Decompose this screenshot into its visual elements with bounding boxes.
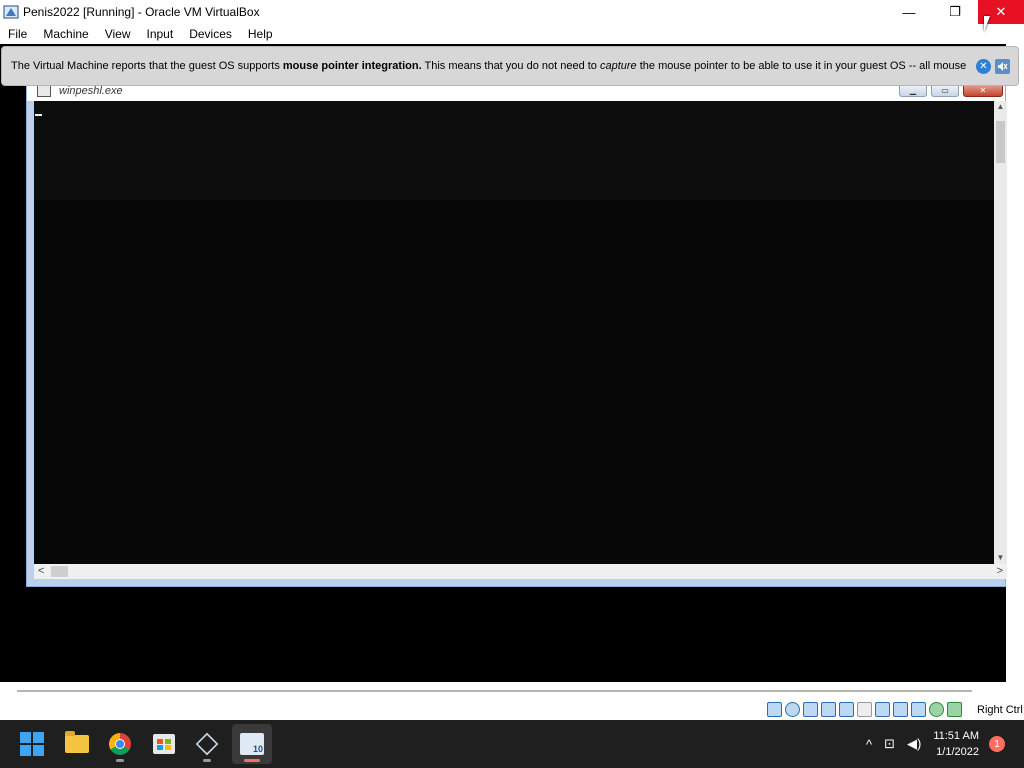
menu-machine[interactable]: Machine: [35, 27, 96, 41]
notice-close-icon[interactable]: ✕: [976, 58, 991, 74]
start-button[interactable]: [12, 724, 52, 764]
speaker-mute-icon: [998, 61, 1008, 71]
display-icon[interactable]: [875, 702, 890, 717]
console-output[interactable]: [34, 101, 994, 564]
taskbar-file-explorer[interactable]: [57, 724, 97, 764]
notice-text: The Virtual Machine reports that the gue…: [11, 60, 976, 72]
menu-input[interactable]: Input: [139, 27, 182, 41]
window-title: Penis2022 [Running] - Oracle VM VirtualB…: [23, 5, 260, 19]
vm-window-icon: 10: [240, 733, 264, 755]
clock-date: 1/1/2022: [936, 746, 979, 758]
restore-button[interactable]: ❐: [932, 0, 978, 24]
recording-icon[interactable]: [893, 702, 908, 717]
notification-badge[interactable]: 1: [989, 736, 1005, 752]
guest-window-title: winpeshl.exe: [59, 85, 123, 97]
shared-folders-icon[interactable]: [857, 702, 872, 717]
network-status-icon[interactable]: ⊡: [884, 736, 895, 752]
title-bar: Penis2022 [Running] - Oracle VM VirtualB…: [0, 0, 1024, 24]
vertical-scroll-thumb[interactable]: [996, 121, 1005, 163]
window-controls: — ❐ ✕: [886, 0, 1024, 24]
guest-additions-icon[interactable]: [929, 702, 944, 717]
taskbar-virtualbox-vm[interactable]: 10: [232, 724, 272, 764]
active-indicator: [244, 759, 260, 762]
vm-display-gutter: [1006, 44, 1024, 682]
scroll-up-arrow-icon[interactable]: ▲: [994, 101, 1007, 113]
notice-text-part: the mouse pointer to be able to use it i…: [636, 60, 967, 72]
virtualbox-app-icon[interactable]: [3, 4, 19, 20]
store-icon: [153, 734, 175, 754]
notice-text-part: The Virtual Machine reports that the gue…: [11, 60, 283, 72]
notice-text-part: This means that you do not need to: [421, 60, 600, 72]
scroll-right-arrow-icon[interactable]: >: [997, 565, 1003, 577]
status-indicators: [767, 702, 965, 717]
taskbar-chrome[interactable]: [100, 724, 140, 764]
vm-status-bar: Right Ctrl: [0, 682, 1024, 720]
clock[interactable]: 11:51 AM 1/1/2022: [933, 728, 979, 760]
menu-devices[interactable]: Devices: [181, 27, 240, 41]
volume-icon[interactable]: ◀): [907, 736, 921, 752]
horizontal-scrollbar[interactable]: < >: [34, 564, 1007, 579]
vertical-scrollbar[interactable]: ▲ ▼: [994, 101, 1007, 564]
audio-icon[interactable]: [803, 702, 818, 717]
console-visible-region: [34, 101, 994, 200]
minimize-button[interactable]: —: [886, 0, 932, 24]
host-key-label: Right Ctrl: [977, 704, 1023, 716]
running-indicator: [203, 759, 211, 762]
hard-disk-icon[interactable]: [767, 702, 782, 717]
text-cursor: [35, 114, 42, 116]
folder-icon: [65, 731, 89, 753]
network-icon[interactable]: [821, 702, 836, 717]
console-icon: [37, 85, 51, 97]
taskbar-virtualbox-manager[interactable]: [187, 724, 227, 764]
notice-italic-text: capture: [599, 60, 637, 72]
system-tray: ^ ⊡ ◀) 11:51 AM 1/1/2022 1: [866, 720, 1024, 768]
optical-drive-icon[interactable]: [785, 702, 800, 717]
mouse-pointer-icon: [984, 16, 990, 32]
menu-bar: File Machine View Input Devices Help: [0, 24, 1024, 44]
scroll-left-arrow-icon[interactable]: <: [38, 565, 44, 577]
menu-file[interactable]: File: [0, 27, 35, 41]
windows-taskbar: 10 ^ ⊡ ◀) 11:51 AM 1/1/2022 1: [0, 720, 1024, 768]
chrome-icon: [109, 733, 131, 755]
show-hidden-icons-chevron-icon[interactable]: ^: [866, 737, 872, 752]
vm-settings-icon[interactable]: [911, 702, 926, 717]
mouse-integration-notice: The Virtual Machine reports that the gue…: [1, 46, 1019, 86]
guest-console-window[interactable]: winpeshl.exe ▁ ▭ ✕ ▲ ▼ < >: [26, 80, 1007, 587]
scroll-down-arrow-icon[interactable]: ▼: [994, 552, 1007, 564]
running-indicator: [116, 759, 124, 762]
status-divider: [17, 690, 972, 692]
windows-logo-icon: [20, 732, 44, 756]
horizontal-scroll-thumb[interactable]: [51, 566, 68, 577]
menu-view[interactable]: View: [97, 27, 139, 41]
menu-help[interactable]: Help: [240, 27, 281, 41]
host-key-icon[interactable]: [947, 702, 962, 717]
clock-time: 11:51 AM: [933, 730, 979, 742]
vm-os-badge: 10: [252, 744, 263, 754]
notice-bold-text: mouse pointer integration.: [282, 60, 422, 72]
taskbar-microsoft-store[interactable]: [144, 724, 184, 764]
usb-icon[interactable]: [839, 702, 854, 717]
notice-do-not-show-icon[interactable]: [995, 58, 1010, 74]
virtualbox-icon: [195, 732, 219, 756]
